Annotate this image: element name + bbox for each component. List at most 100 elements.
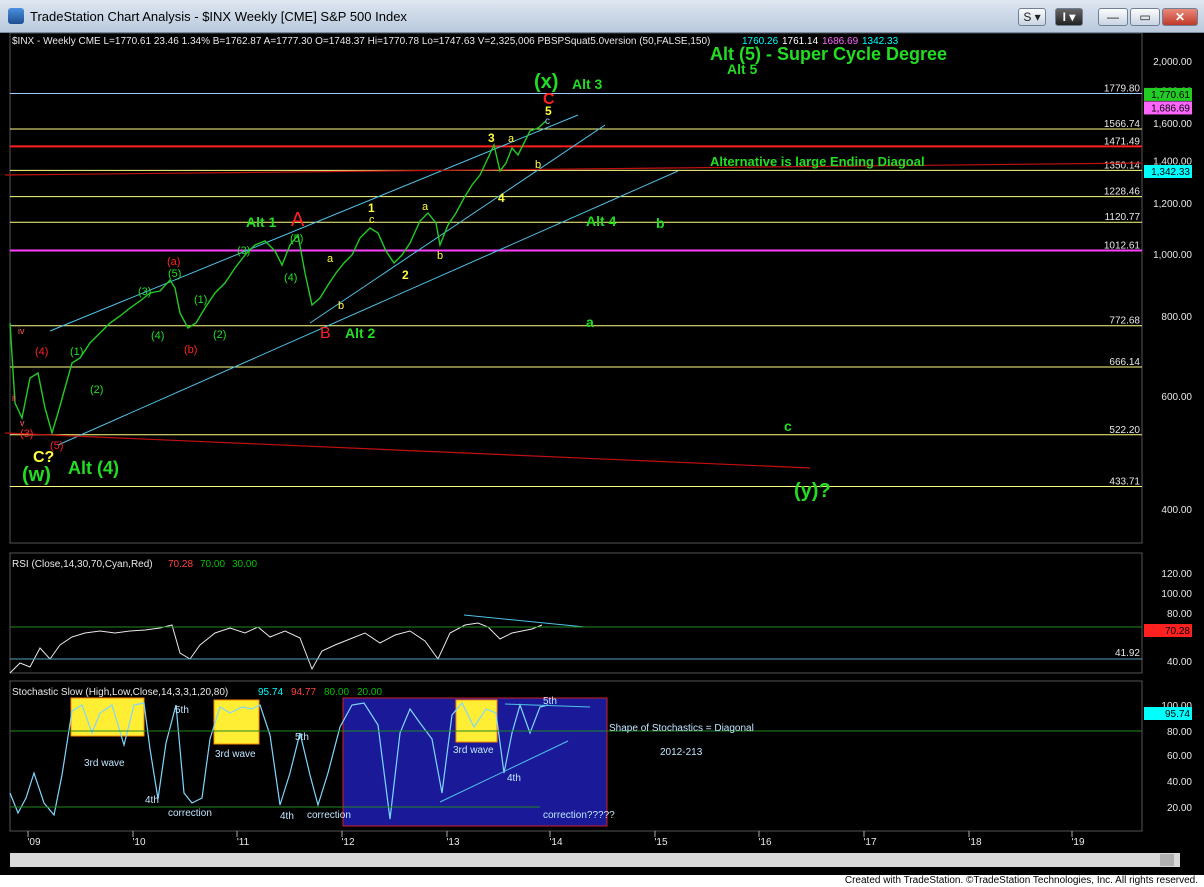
rsi-value-0: 70.28 <box>168 559 193 570</box>
wave-label-39: (2) <box>90 384 103 396</box>
time-label-4: '13 <box>446 837 459 848</box>
horizontal-scrollbar[interactable] <box>10 853 1180 867</box>
wave-label-30: Alt 2 <box>345 325 376 341</box>
wave-label-12: c <box>369 214 375 226</box>
wave-label-15: 2 <box>402 268 409 282</box>
wave-label-6: c <box>545 116 550 127</box>
time-label-7: '16 <box>758 837 771 848</box>
wave-label-24: A <box>291 209 305 231</box>
wave-label-33: (3) <box>138 286 151 298</box>
wave-label-21: a <box>586 314 594 330</box>
stochastic-title: Stochastic Slow (High,Low,Close,14,3,3,1… <box>12 687 228 698</box>
wave-label-38: (1) <box>70 346 83 358</box>
stochastic-axis-label-1: 80.00 <box>1167 727 1192 738</box>
wave-label-27: (4) <box>284 272 297 284</box>
wave-label-19: Alt 4 <box>586 213 617 229</box>
wave-label-25: Alt 1 <box>246 214 277 230</box>
wave-label-3: Alt 3 <box>572 76 603 92</box>
wave-label-40: (4) <box>35 346 48 358</box>
i-button-label: I <box>1062 10 1066 24</box>
wave-label-16: a <box>327 253 334 265</box>
level-label-6: 1012.61 <box>1104 240 1141 251</box>
wave-label-14: b <box>437 250 443 262</box>
wave-label-29: B <box>320 325 331 342</box>
level-label-9: 522.20 <box>1109 425 1140 436</box>
stochastic-value-0: 95.74 <box>258 687 283 698</box>
level-label-5: 1120.77 <box>1105 212 1141 223</box>
rsi-current-value: 70.28 <box>1165 626 1190 637</box>
wave-label-28: (3) <box>237 245 250 257</box>
stochastic-box-2 <box>213 699 260 745</box>
stochastic-value-2: 80.00 <box>324 687 349 698</box>
time-label-6: '15 <box>654 837 667 848</box>
stochastic-axis-label-3: 40.00 <box>1167 777 1192 788</box>
level-label-3: 1350.14 <box>1104 160 1141 171</box>
stochastic-annotation-2: 4th <box>145 795 159 806</box>
price-axis-label-6: 800.00 <box>1161 312 1192 323</box>
stochastic-axis-label-4: 20.00 <box>1167 803 1192 814</box>
restore-button[interactable]: ▭ <box>1130 8 1160 26</box>
wave-label-37: (b) <box>184 344 197 356</box>
stochastic-value-1: 94.77 <box>291 687 316 698</box>
title-bar: TradeStation Chart Analysis - $INX Weekl… <box>0 0 1204 33</box>
stochastic-current-value: 95.74 <box>1165 709 1190 720</box>
wave-label-32: (5) <box>168 268 181 280</box>
wave-label-18: Alternative is large Ending Diagoal <box>710 154 925 169</box>
price-tag-0: 1,770.61 <box>1151 90 1190 101</box>
stochastic-annotation-11: correction????? <box>543 810 615 821</box>
stochastic-annotation-10: 5th <box>543 696 557 707</box>
stochastic-annotation-12: Shape of Stochastics = Diagonal <box>609 723 754 734</box>
level-label-10: 433.71 <box>1109 476 1140 487</box>
status-bar: Created with TradeStation. ©TradeStation… <box>0 875 1204 887</box>
stochastic-axis-label-2: 60.00 <box>1167 751 1192 762</box>
level-label-7: 772.68 <box>1109 316 1140 327</box>
price-axis-label-8: 400.00 <box>1161 505 1192 516</box>
symbol-link-s-button[interactable]: S ▾ <box>1018 8 1046 26</box>
level-label-8: 666.14 <box>1109 357 1140 368</box>
minimize-button[interactable]: — <box>1098 8 1128 26</box>
close-button[interactable]: ✕ <box>1162 8 1198 26</box>
price-axis-label-0: 2,000.00 <box>1153 57 1192 68</box>
wave-label-17: b <box>338 300 344 312</box>
s-button-label: S <box>1023 10 1032 24</box>
level-label-1: 1566.74 <box>1104 119 1141 130</box>
stochastic-value-3: 20.00 <box>357 687 382 698</box>
rsi-axis-label-1: 100.00 <box>1161 589 1192 600</box>
price-axis-label-5: 1,000.00 <box>1153 250 1192 261</box>
time-label-0: '09 <box>27 837 40 848</box>
time-label-9: '18 <box>968 837 981 848</box>
wave-label-43: v <box>20 418 25 428</box>
wave-label-11: 1 <box>368 201 375 215</box>
rsi-value-2: 30.00 <box>232 559 257 570</box>
wave-label-26: (5) <box>290 233 303 245</box>
stochastic-annotation-7: correction <box>307 810 351 821</box>
level-label-0: 1779.80 <box>1104 83 1141 94</box>
wave-label-47: (w) <box>22 464 51 486</box>
wave-label-2: (x) <box>534 71 558 93</box>
rsi-axis-label-0: 120.00 <box>1161 569 1192 580</box>
wave-label-48: Alt (4) <box>68 458 119 478</box>
wave-label-36: (2) <box>213 329 226 341</box>
wave-label-10: 4 <box>498 191 505 205</box>
level-label-2: 1471.49 <box>1104 136 1141 147</box>
stochastic-annotation-1: 5th <box>175 705 189 716</box>
rsi-axis-label-2: 80.00 <box>1167 609 1192 620</box>
stochastic-annotation-4: 3rd wave <box>215 749 256 760</box>
scrollbar-thumb[interactable] <box>1160 854 1174 866</box>
window-title: TradeStation Chart Analysis - $INX Weekl… <box>30 9 407 24</box>
wave-label-20: b <box>656 215 665 231</box>
time-label-2: '11 <box>237 837 250 848</box>
price-axis-label-7: 600.00 <box>1161 392 1192 403</box>
price-info-header: $INX - Weekly CME L=1770.61 23.46 1.34% … <box>12 36 710 47</box>
time-label-5: '14 <box>549 837 562 848</box>
time-label-10: '19 <box>1071 837 1084 848</box>
chart-area[interactable]: 1779.801566.741471.491350.141228.461120.… <box>0 33 1204 875</box>
status-text: Created with TradeStation. ©TradeStation… <box>844 875 1198 886</box>
level-label-4: 1228.46 <box>1104 187 1141 198</box>
rsi-level-label: 41.92 <box>1115 648 1140 659</box>
stochastic-annotation-13: 2012-213 <box>660 747 703 758</box>
stochastic-box-3 <box>455 699 498 743</box>
time-label-8: '17 <box>863 837 876 848</box>
symbol-link-i-button[interactable]: I ▾ <box>1055 8 1083 26</box>
wave-label-13: a <box>422 201 429 213</box>
